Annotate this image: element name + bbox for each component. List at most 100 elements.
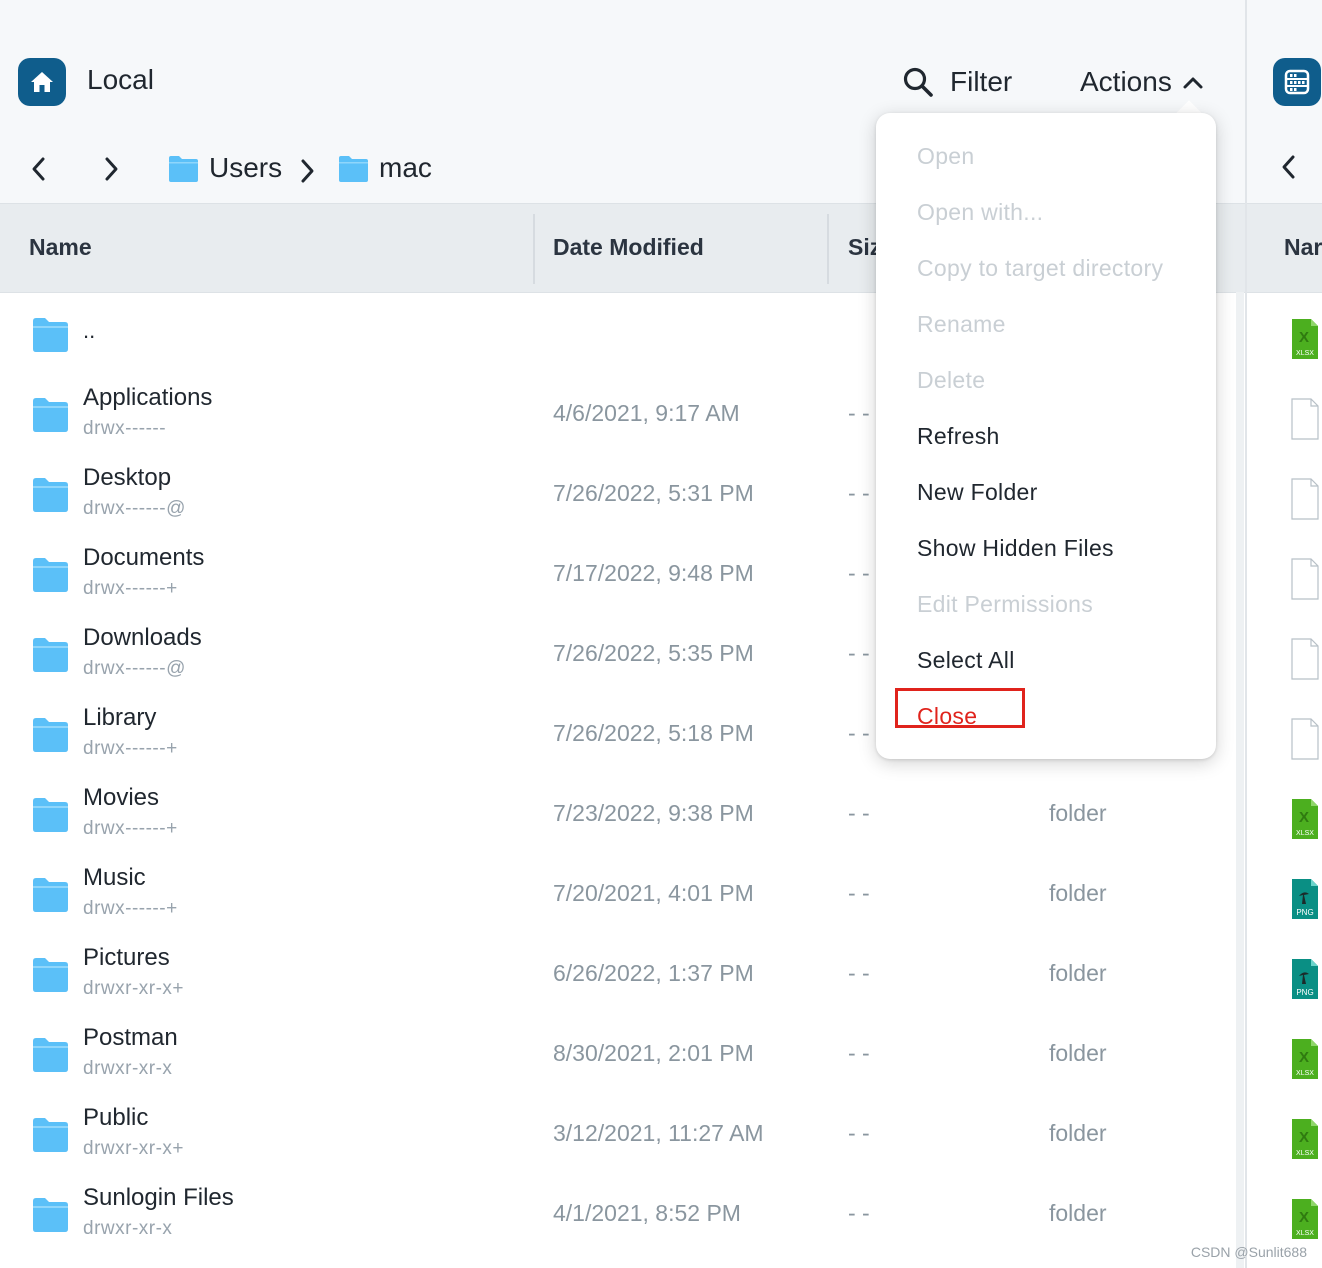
table-row[interactable]: Sunlogin Files drwxr-xr-x 4/1/2021, 8:52 P… <box>0 1176 1235 1256</box>
row-kind: folder <box>1049 1040 1107 1066</box>
table-row[interactable]: Music drwx------+ 7/20/2021, 4:01 PM - - fol… <box>0 856 1235 936</box>
column-resize-handle[interactable] <box>533 214 535 284</box>
folder-icon-wrap <box>32 556 69 597</box>
xlsx-file-icon[interactable]: X XLSX <box>1291 798 1319 845</box>
filter-button[interactable]: Filter <box>902 62 1012 102</box>
watermark: CSDN @Sunlit688 <box>1190 1244 1307 1260</box>
navigation-bar: Users mac <box>0 148 900 194</box>
row-permissions: drwx------@ <box>83 658 186 679</box>
row-size: - - <box>848 960 870 986</box>
row-kind: folder <box>1049 800 1107 826</box>
row-date-modified: 7/26/2022, 5:18 PM <box>553 720 754 746</box>
chevron-right-icon <box>105 157 118 181</box>
row-permissions: drwx------+ <box>83 738 178 759</box>
table-row[interactable]: Public drwxr-xr-x+ 3/12/2021, 11:27 AM - - f… <box>0 1096 1235 1176</box>
menu-item-copy-to-target-directory: Copy to target directory <box>917 255 1164 281</box>
folder-icon <box>339 156 368 182</box>
remote-pane: Nar X XLSX X XLSX PNG PNG X XLSX X XLSX X XLSX <box>1247 0 1322 1268</box>
row-size: - - <box>848 560 870 586</box>
folder-icon <box>169 156 198 182</box>
file-icon[interactable] <box>1291 718 1319 765</box>
row-permissions: drwx------+ <box>83 578 178 599</box>
row-kind: folder <box>1049 1120 1107 1146</box>
column-header-name[interactable]: Name <box>29 234 92 261</box>
scrollbar[interactable] <box>1236 292 1244 1268</box>
svg-text:X: X <box>1299 809 1309 826</box>
remote-table-header: Nar <box>1247 203 1322 293</box>
home-button[interactable] <box>18 58 66 106</box>
folder-icon-wrap <box>32 1036 69 1077</box>
close-highlight-box <box>895 688 1025 728</box>
row-permissions: drwxr-xr-x <box>83 1058 173 1079</box>
row-kind: folder <box>1049 880 1107 906</box>
menu-item-new-folder[interactable]: New Folder <box>917 479 1038 506</box>
column-resize-handle[interactable] <box>827 214 829 284</box>
xlsx-file-icon[interactable]: X XLSX <box>1291 1038 1319 1085</box>
row-size: - - <box>848 800 870 826</box>
row-name: Movies <box>83 784 160 811</box>
table-row[interactable]: Pictures drwxr-xr-x+ 6/26/2022, 1:37 PM - -… <box>0 936 1235 1016</box>
svg-text:X: X <box>1299 1129 1309 1146</box>
png-file-icon[interactable]: PNG <box>1291 958 1319 1005</box>
breadcrumb-separator-icon <box>298 158 316 189</box>
actions-button[interactable]: Actions <box>1080 62 1204 102</box>
xlsx-file-icon[interactable]: X XLSX <box>1291 1198 1319 1245</box>
forward-button[interactable] <box>96 154 126 184</box>
breadcrumb-mac[interactable]: mac <box>338 152 432 184</box>
folder-icon <box>33 638 68 672</box>
xlsx-file-icon[interactable]: X XLSX <box>1291 318 1319 365</box>
breadcrumb-users[interactable]: Users <box>168 152 282 184</box>
folder-icon <box>33 718 68 752</box>
folder-icon-wrap <box>32 316 69 357</box>
row-date-modified: 6/26/2022, 1:37 PM <box>553 960 754 986</box>
row-permissions: drwx------+ <box>83 818 178 839</box>
menu-item-edit-permissions: Edit Permissions <box>917 591 1094 617</box>
breadcrumb-label: Users <box>209 152 283 183</box>
menu-item-refresh[interactable]: Refresh <box>917 423 1000 450</box>
row-permissions: drwxr-xr-x+ <box>83 1138 185 1159</box>
row-permissions: drwxr-xr-x <box>83 1218 173 1239</box>
row-date-modified: 3/12/2021, 11:27 AM <box>553 1120 764 1146</box>
row-size: - - <box>848 400 870 426</box>
png-file-icon[interactable]: PNG <box>1291 878 1319 925</box>
png-badge-text: PNG <box>1296 908 1313 917</box>
table-row[interactable]: Movies drwx------+ 7/23/2022, 9:38 PM - - fo… <box>0 776 1235 856</box>
menu-item-open: Open <box>917 143 975 169</box>
row-name: Public <box>83 1104 149 1131</box>
menu-item-select-all[interactable]: Select All <box>917 647 1015 674</box>
file-icon[interactable] <box>1291 478 1319 525</box>
xlsx-file-icon[interactable]: X XLSX <box>1291 1118 1319 1165</box>
menu-item-show-hidden-files[interactable]: Show Hidden Files <box>917 535 1114 562</box>
remote-column-header-name[interactable]: Nar <box>1284 234 1322 261</box>
folder-icon <box>33 958 68 992</box>
breadcrumb-label: mac <box>379 152 432 183</box>
file-icon[interactable] <box>1291 558 1319 605</box>
png-badge-text: PNG <box>1296 988 1313 997</box>
chevron-left-icon <box>32 157 45 181</box>
file-icon[interactable] <box>1291 398 1319 445</box>
row-date-modified: 8/30/2021, 2:01 PM <box>553 1040 754 1066</box>
row-size: - - <box>848 1040 870 1066</box>
row-kind: folder <box>1049 1200 1107 1226</box>
home-icon <box>31 72 53 92</box>
row-date-modified: 7/26/2022, 5:35 PM <box>553 640 754 666</box>
row-date-modified: 7/17/2022, 9:48 PM <box>553 560 754 586</box>
row-name: Postman <box>83 1024 178 1051</box>
menu-item-delete: Delete <box>917 367 986 393</box>
server-button[interactable] <box>1273 58 1321 106</box>
table-row[interactable]: Postman drwxr-xr-x 8/30/2021, 2:01 PM - - fo… <box>0 1016 1235 1096</box>
xlsx-badge-text: XLSX <box>1296 1150 1314 1157</box>
file-icon[interactable] <box>1291 638 1319 685</box>
svg-text:X: X <box>1299 1049 1309 1066</box>
row-name: Downloads <box>83 624 202 651</box>
folder-icon-wrap <box>32 956 69 997</box>
back-button[interactable] <box>24 154 54 184</box>
folder-icon-wrap <box>32 796 69 837</box>
row-size: - - <box>848 720 870 746</box>
column-header-date[interactable]: Date Modified <box>553 234 704 261</box>
search-icon <box>903 67 933 97</box>
row-size: - - <box>848 1120 870 1146</box>
row-permissions: drwx------+ <box>83 898 178 919</box>
remote-back-button[interactable] <box>1280 154 1298 185</box>
folder-icon <box>33 318 68 352</box>
